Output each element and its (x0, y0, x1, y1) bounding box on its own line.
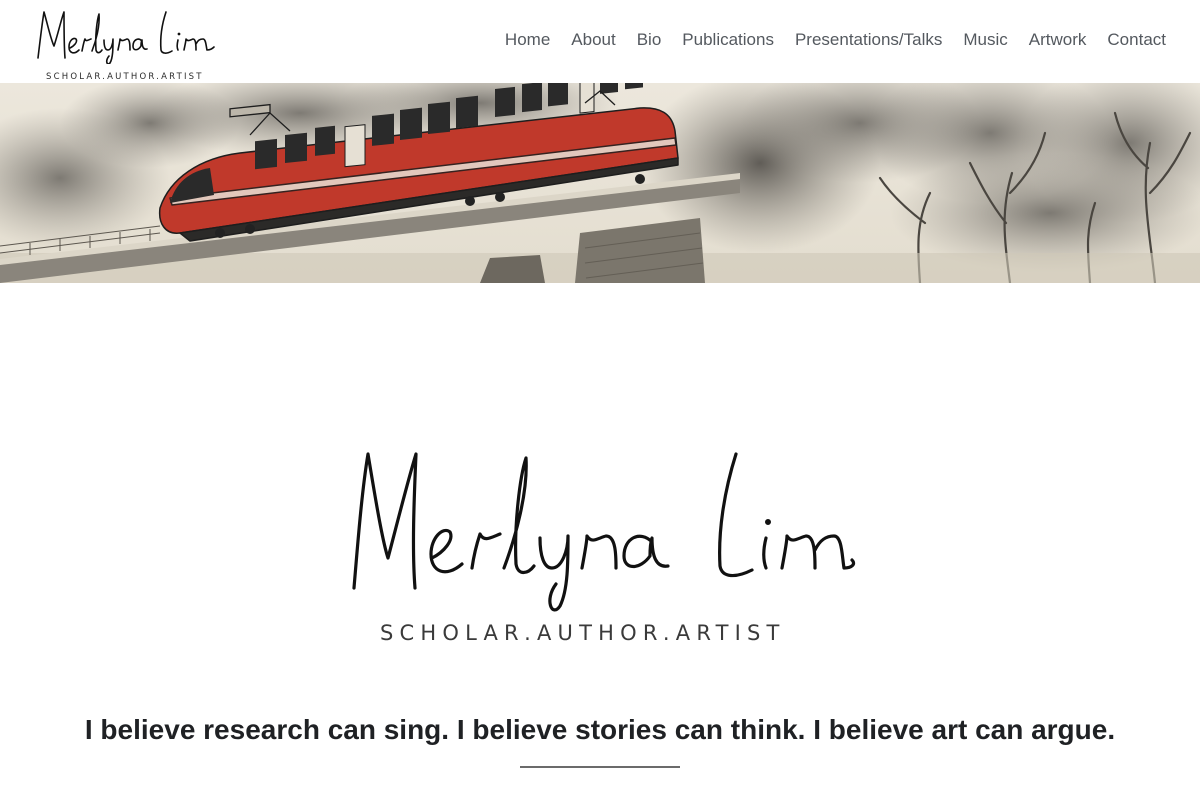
site-logo[interactable]: SCHOLAR.AUTHOR.ARTIST (34, 6, 218, 82)
tagline-divider (520, 766, 680, 768)
logo-signature-icon (37, 11, 215, 64)
nav-item-artwork[interactable]: Artwork (1029, 30, 1087, 50)
site-header: SCHOLAR.AUTHOR.ARTIST Home About Bio Pub… (0, 0, 1200, 83)
logo-tagline: SCHOLAR.AUTHOR.ARTIST (46, 72, 204, 82)
nav-item-publications[interactable]: Publications (682, 30, 774, 50)
nav-item-music[interactable]: Music (963, 30, 1007, 50)
hero-logo-tagline: SCHOLAR.AUTHOR.ARTIST (380, 621, 786, 645)
train-illustration (0, 83, 1200, 283)
hero-signature-icon (352, 452, 856, 612)
nav-item-about[interactable]: About (571, 30, 615, 50)
main-nav: Home About Bio Publications Presentation… (484, 30, 1166, 50)
nav-item-home[interactable]: Home (505, 30, 550, 50)
hero-logo (340, 440, 860, 650)
nav-item-contact[interactable]: Contact (1107, 30, 1166, 50)
nav-item-presentations[interactable]: Presentations/Talks (795, 30, 942, 50)
hero-tagline: I believe research can sing. I believe s… (84, 714, 1116, 745)
hero-banner-image (0, 83, 1200, 283)
nav-item-bio[interactable]: Bio (637, 30, 662, 50)
